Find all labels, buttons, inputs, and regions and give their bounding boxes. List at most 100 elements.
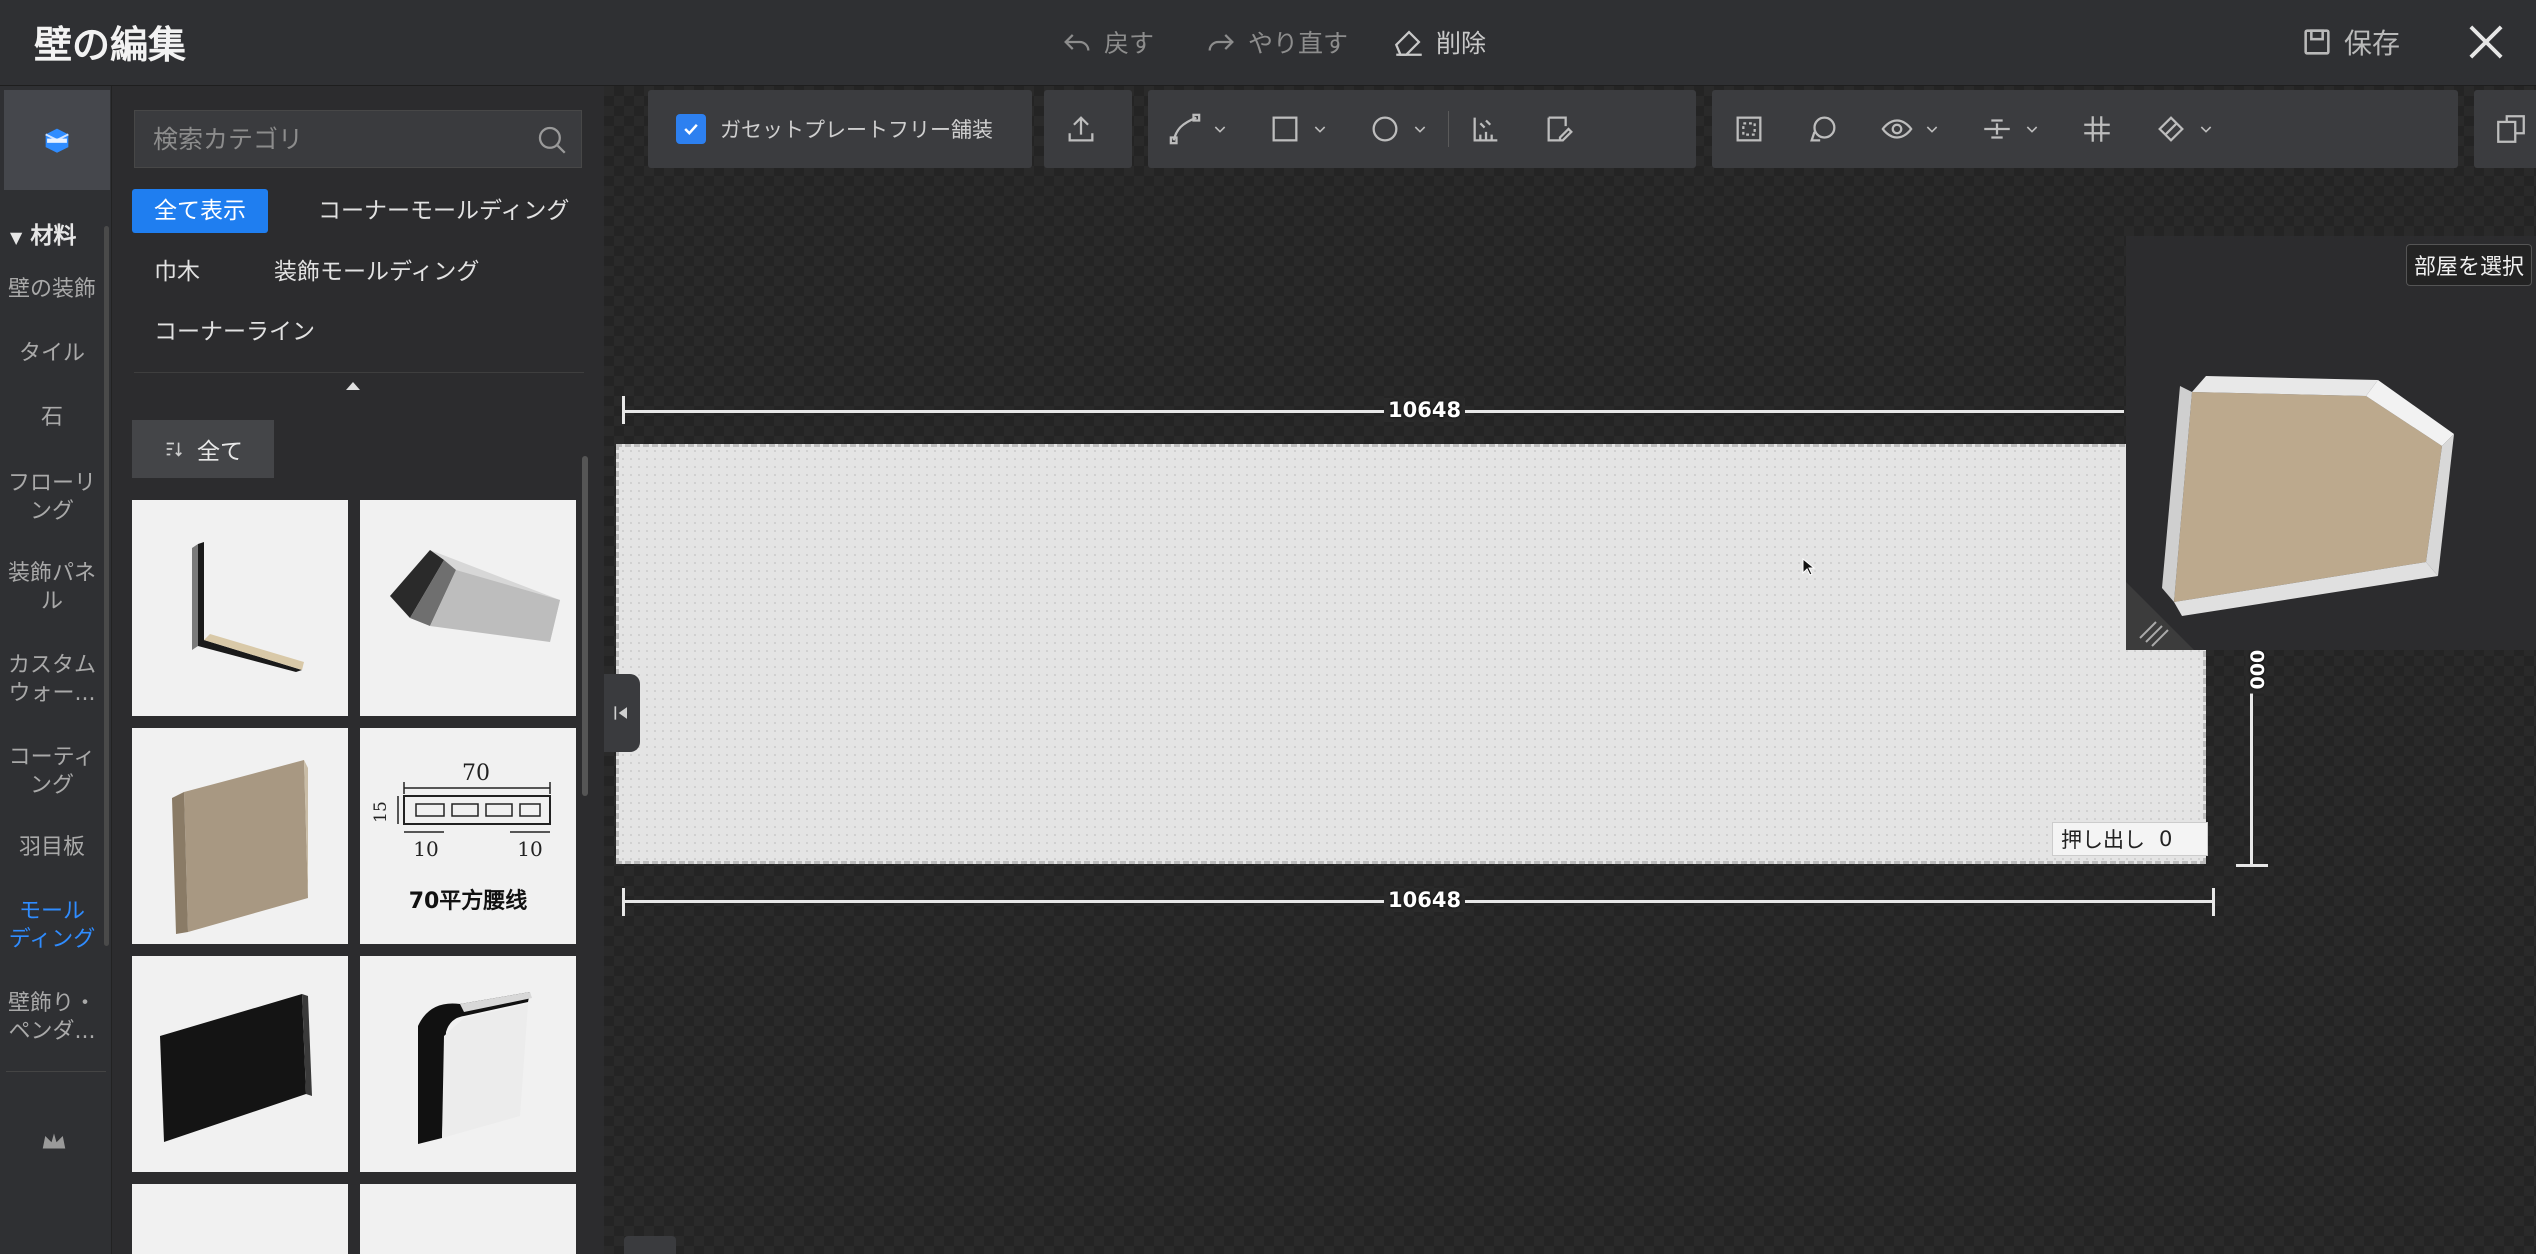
white-baseboard-thumbnail <box>418 992 532 1144</box>
wall-surface[interactable] <box>616 444 2206 864</box>
export-button[interactable] <box>1044 90 1132 168</box>
product-tile-crown-molding[interactable] <box>360 500 576 716</box>
rail-divider <box>6 1071 106 1072</box>
collapse-panel-button[interactable] <box>604 674 640 752</box>
rail-scrollbar[interactable] <box>104 226 109 946</box>
pen-curve-icon <box>1169 113 1201 145</box>
checkmark-icon <box>684 123 698 135</box>
waist-line-drawing: 70 15 10 10 70平方腰线 <box>371 761 551 914</box>
dim-top-text: 70 <box>462 761 490 786</box>
lasso-button[interactable] <box>1786 90 1860 168</box>
pen-tool-button[interactable] <box>1148 90 1248 168</box>
materials-section[interactable]: ▼ 材料 <box>10 216 76 250</box>
chip-decor-molding[interactable]: 装飾モールディング <box>252 250 501 294</box>
chip-divider <box>134 372 584 373</box>
delete-label: 削除 <box>1436 29 1487 58</box>
gusset-toggle[interactable]: ガセットプレートフリー舗装 <box>648 90 1032 168</box>
corner-guard-thumbnail <box>192 542 304 672</box>
gusset-label: ガセットプレートフリー舗装 <box>720 118 993 142</box>
ruler-icon <box>1473 117 1498 142</box>
chip-baseboard[interactable]: 巾木 <box>132 250 222 294</box>
circle-tool-button[interactable] <box>1348 90 1448 168</box>
circle-icon <box>1372 116 1398 142</box>
measure-tool-button[interactable] <box>1449 90 1523 168</box>
redo-icon <box>1208 34 1234 51</box>
product-tile-waist-line-70[interactable]: 70 15 10 10 70平方腰线 <box>360 728 576 944</box>
grid-button[interactable] <box>2060 90 2134 168</box>
top-dimension-line <box>624 410 2124 413</box>
chevron-down-icon <box>1214 126 1226 133</box>
chevron-down-icon <box>1926 126 1938 133</box>
rail-item-custom-wall[interactable]: カスタムウォー... <box>0 652 104 708</box>
page-title: 壁の編集 <box>34 23 187 67</box>
close-icon[interactable] <box>2460 16 2512 68</box>
rail-item-flooring[interactable]: フローリング <box>0 470 104 526</box>
edit-tool-button[interactable] <box>1523 90 1597 168</box>
room-3d-thumbnail <box>2126 376 2454 650</box>
eye-icon <box>1881 119 1913 139</box>
save-button[interactable]: 保存 <box>2300 22 2400 62</box>
search-icon[interactable] <box>535 123 569 157</box>
rail-item-stone[interactable]: 石 <box>0 404 104 432</box>
view-tools-group <box>1712 90 2458 168</box>
black-baseboard-thumbnail <box>160 994 312 1142</box>
product-tile-white-baseboard[interactable] <box>360 956 576 1172</box>
draw-tools-group <box>1148 90 1696 168</box>
chip-corner-molding[interactable]: コーナーモールディング <box>296 189 591 233</box>
redo-button[interactable]: やり直す <box>1204 22 1348 62</box>
upload-icon <box>1068 116 1094 142</box>
gusset-checkbox[interactable] <box>676 114 706 144</box>
product-tile-black-baseboard[interactable] <box>132 956 348 1172</box>
paint-button[interactable] <box>2134 90 2234 168</box>
dim-bottom-left-text: 10 <box>413 837 438 861</box>
extrude-value[interactable]: 0 <box>2159 827 2172 851</box>
room-preview[interactable] <box>2126 236 2536 650</box>
edit-icon <box>1547 116 1573 142</box>
dimension-tick <box>622 888 625 916</box>
crown-icon[interactable] <box>38 1126 70 1156</box>
mouse-cursor-icon <box>1802 558 1816 576</box>
rail-item-wall-decor[interactable]: 壁の装飾 <box>0 276 104 304</box>
align-icon <box>1984 119 2010 139</box>
chevron-down-icon <box>2200 126 2212 133</box>
rail-item-coating[interactable]: コーティング <box>0 744 104 800</box>
layers-button[interactable] <box>2474 90 2536 168</box>
dim-left-text: 15 <box>371 801 391 823</box>
visibility-button[interactable] <box>1860 90 1960 168</box>
rail-item-tile[interactable]: タイル <box>0 340 104 368</box>
dimension-tick <box>2212 888 2215 916</box>
eraser-icon <box>1394 30 1422 56</box>
undo-button[interactable]: 戻す <box>1060 22 1154 62</box>
chip-corner-line[interactable]: コーナーライン <box>132 310 337 354</box>
search-box[interactable] <box>134 110 582 168</box>
rail-item-wall-pendant[interactable]: 壁飾り・ペンダ... <box>0 990 104 1046</box>
rail-item-decor-panel[interactable]: 装飾パネル <box>0 560 104 616</box>
top-dimension-label: 10648 <box>1384 398 1466 422</box>
chip-show-all[interactable]: 全て表示 <box>132 189 268 233</box>
select-area-button[interactable] <box>1712 90 1786 168</box>
product-tile-wood-baseboard[interactable] <box>132 728 348 944</box>
paint-bucket-icon <box>2158 116 2184 142</box>
rail-item-molding[interactable]: モールディング <box>0 898 104 954</box>
rail-item-paneling[interactable]: 羽目板 <box>0 834 104 862</box>
select-room-button[interactable]: 部屋を選択 <box>2406 244 2532 286</box>
cube-icon <box>45 128 69 153</box>
materials-tab[interactable] <box>4 90 110 190</box>
search-input[interactable] <box>135 111 525 167</box>
collapse-chips-icon[interactable] <box>346 382 360 390</box>
dim-bottom-right-text: 10 <box>517 837 542 861</box>
bottom-tab[interactable] <box>624 1236 676 1254</box>
rectangle-tool-button[interactable] <box>1248 90 1348 168</box>
sort-filter-button[interactable]: 全て <box>132 420 274 478</box>
product-tile-partial[interactable] <box>132 1184 348 1254</box>
catalog-scrollbar[interactable] <box>582 456 588 796</box>
align-button[interactable] <box>1960 90 2060 168</box>
save-label: 保存 <box>2344 27 2401 60</box>
extrude-field[interactable]: 押し出し 0 <box>2052 822 2208 856</box>
bottom-dimension-label: 10648 <box>1384 888 1466 912</box>
product-tile-partial[interactable] <box>360 1184 576 1254</box>
delete-button[interactable]: 削除 <box>1392 22 1486 62</box>
product-tile-corner-guard[interactable] <box>132 500 348 716</box>
catalog-panel: 全て表示 コーナーモールディング 巾木 装飾モールディング コーナーライン 全て <box>112 86 604 1254</box>
category-rail: ▼ 材料 壁の装飾 タイル 石 フローリング 装飾パネル カスタムウォー... … <box>0 86 112 1254</box>
